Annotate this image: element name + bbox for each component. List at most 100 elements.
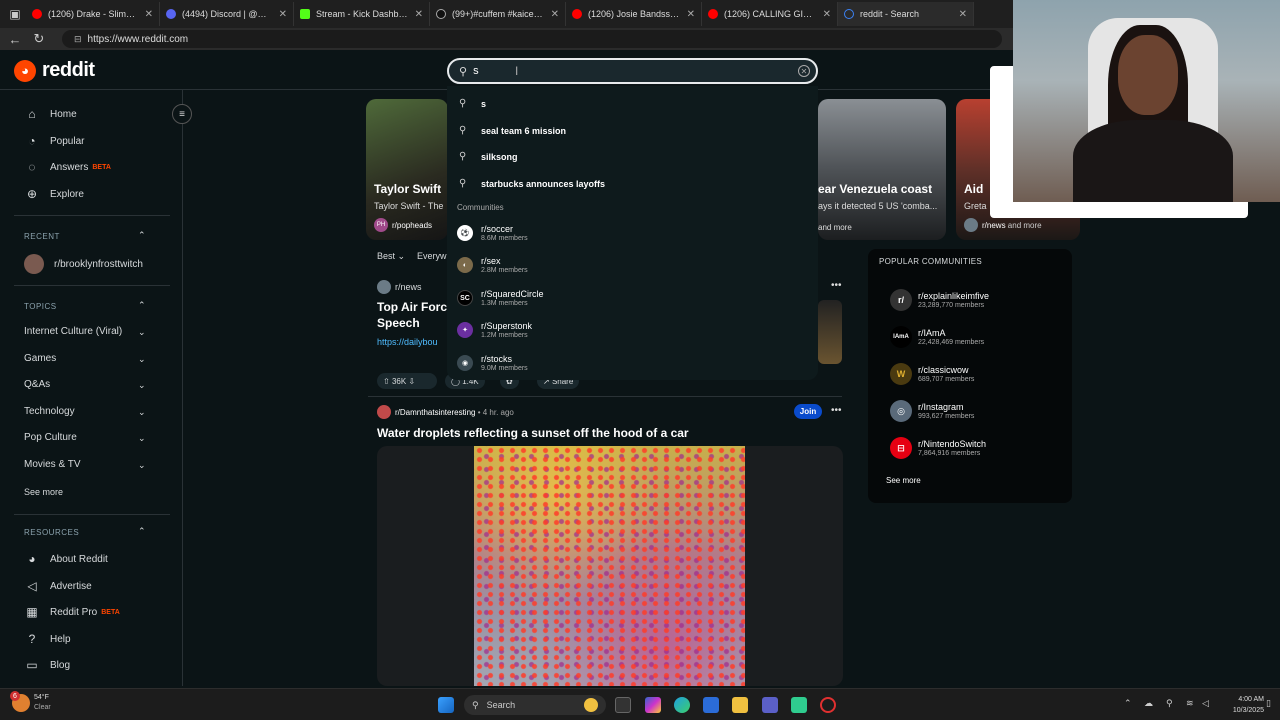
chevron-down-icon[interactable]: ⌄ [138,354,146,365]
post-title-line2[interactable]: Speech [377,316,420,330]
close-icon[interactable]: ✕ [279,9,287,20]
chevron-down-icon[interactable]: ⌄ [138,407,146,418]
opera-icon[interactable] [820,697,836,713]
collapse-recent-icon[interactable]: ⌃ [138,230,146,241]
community-avatar: ◎ [890,400,912,422]
weather-widget[interactable]: 6 54°F Clear [10,691,51,713]
community-avatar: ◉ [457,355,473,371]
browser-tab[interactable]: (1206) CALLING GIO ANOT✕ [702,2,838,26]
sidebar-topic[interactable]: Technology [24,406,75,417]
chevron-down-icon[interactable]: ⌄ [138,380,146,391]
upvote-icon[interactable]: ⇧ [383,377,390,386]
sort-best-dropdown[interactable]: Best ⌄ [377,251,405,262]
sidebar-item-reddit-pro[interactable]: ▦ Reddit Pro BETA [24,604,119,620]
close-icon[interactable]: ✕ [145,9,153,20]
search-suggestion[interactable]: ⚲ seal team 6 mission [459,125,566,136]
search-suggestion[interactable]: ⚲ starbucks announces layoffs [459,178,605,189]
search-suggestion[interactable]: ⚲ s [459,98,486,109]
see-more-communities[interactable]: See more [886,476,921,485]
taskbar-search[interactable]: ⚲ Search [464,695,606,715]
popular-community[interactable]: r/ r/explainlikeimfive 23,289,770 members [890,289,989,311]
community-suggestion[interactable]: ◉ r/stocks 9.0M members [457,354,528,372]
community-avatar: PH [374,218,388,232]
microphone-icon[interactable]: ⚲ [1166,698,1173,709]
browser-tab-active[interactable]: reddit - Search ✕ [838,2,974,26]
downvote-icon[interactable]: ⇩ [408,377,415,386]
sidebar-item-recent[interactable]: r/brooklynfrosttwitch [24,254,143,274]
chevron-down-icon[interactable]: ⌄ [138,327,146,338]
collapse-topics-icon[interactable]: ⌃ [138,300,146,311]
recent-heading: RECENT [24,232,60,241]
file-explorer-icon[interactable] [732,697,748,713]
post-title[interactable]: Water droplets reflecting a sunset off t… [377,426,689,440]
search-suggestion[interactable]: ⚲ silksong [459,151,518,162]
close-icon[interactable]: ✕ [415,9,423,20]
cloud-icon[interactable]: ☁ [1144,698,1153,709]
windows-start-icon[interactable] [438,697,454,713]
close-icon[interactable]: ✕ [687,9,695,20]
sidebar-item-popular[interactable]: ◔ Popular [24,133,84,149]
browser-tab[interactable]: (4494) Discord | @Rich ✕ [160,2,294,26]
browser-tab[interactable]: (1206) Josie Bandss - YouTu✕ [566,2,702,26]
chevron-down-icon[interactable]: ⌄ [138,460,146,471]
community-suggestion[interactable]: SC r/SquaredCircle 1.3M members [457,289,544,307]
sidebar-item-explore[interactable]: ⊕ Explore [24,186,84,202]
sidebar-topic[interactable]: Pop Culture [24,432,77,443]
clock[interactable]: 4:00 AM 10/3/2025 [1214,694,1264,716]
volume-icon[interactable]: ◁ [1202,698,1209,709]
sidebar-topic[interactable]: Movies & TV [24,459,81,470]
window-menu-icon[interactable]: ▣ [4,3,26,25]
site-info-icon[interactable]: ⊟ [74,34,82,45]
task-view-icon[interactable] [615,697,631,713]
popular-community[interactable]: ◎ r/Instagram 993,627 members [890,400,974,422]
browser-tab[interactable]: (1206) Drake - Slime You O✕ [26,2,160,26]
community-suggestion[interactable]: ⚽ r/soccer 8.6M members [457,224,528,242]
overflow-menu-icon[interactable]: ••• [831,280,842,291]
popular-community[interactable]: W r/classicwow 689,707 members [890,363,974,385]
sidebar-item-advertise[interactable]: ◁ Advertise [24,578,91,594]
wifi-icon[interactable]: ≋ [1186,698,1194,709]
post-image[interactable] [474,446,745,686]
post-thumbnail[interactable] [818,300,842,364]
community-suggestion[interactable]: ✦ r/Superstonk 1.2M members [457,321,532,339]
carousel-card[interactable]: ear Venezuela coast ays it detected 5 US… [818,99,946,240]
clear-search-icon[interactable]: ✕ [798,65,810,77]
copilot-icon[interactable] [645,697,661,713]
sidebar-item-answers[interactable]: ◌ Answers BETA [24,159,110,175]
popular-community[interactable]: IAmA r/IAmA 22,428,469 members [890,326,984,348]
collapse-resources-icon[interactable]: ⌃ [138,526,146,537]
popular-community[interactable]: ⊟ r/NintendoSwitch 7,864,916 members [890,437,986,459]
sidebar-item-about[interactable]: ◕ About Reddit [24,551,107,567]
post-link[interactable]: https://dailybou [377,337,438,347]
see-more-topics[interactable]: See more [24,487,63,497]
browser-tab[interactable]: (99+)#cuffem #kaicenat #a✕ [430,2,566,26]
close-icon[interactable]: ✕ [959,9,967,20]
community-suggestion[interactable]: ◐ r/sex 2.8M members [457,256,528,274]
sidebar-item-help[interactable]: ? Help [24,631,71,647]
collapse-sidebar-icon[interactable]: ≡ [172,104,192,124]
url-field[interactable]: ⊟ https://www.reddit.com [62,30,1002,48]
overflow-menu-icon[interactable]: ••• [831,405,842,416]
sidebar-item-home[interactable]: ⌂ Home [24,106,76,122]
store-icon[interactable] [703,697,719,713]
chevron-down-icon[interactable]: ⌄ [138,433,146,444]
reddit-logo[interactable]: ◕ reddit [14,59,95,82]
browser-tab[interactable]: Stream - Kick Dashboard ✕ [294,2,430,26]
chevron-up-icon[interactable]: ⌃ [1124,698,1132,709]
notifications-icon[interactable]: ▯ [1266,698,1271,709]
sidebar-topic[interactable]: Q&As [24,379,50,390]
back-icon[interactable]: ← [6,30,24,48]
search-input[interactable]: ⚲ s I ✕ [447,58,818,84]
sidebar-topic[interactable]: Internet Culture (Viral) [24,326,122,337]
teams-icon[interactable] [762,697,778,713]
close-icon[interactable]: ✕ [823,9,831,20]
sidebar-topic[interactable]: Games [24,353,56,364]
join-button[interactable]: Join [794,404,822,419]
sidebar-item-blog[interactable]: ▭ Blog [24,657,70,673]
app-icon[interactable] [791,697,807,713]
reload-icon[interactable]: ↻ [30,30,48,48]
post-title[interactable]: Top Air Force [377,300,454,314]
carousel-card[interactable]: Taylor Swift Taylor Swift - The PH r/pop… [366,99,448,240]
close-icon[interactable]: ✕ [551,9,559,20]
edge-icon[interactable] [674,697,690,713]
